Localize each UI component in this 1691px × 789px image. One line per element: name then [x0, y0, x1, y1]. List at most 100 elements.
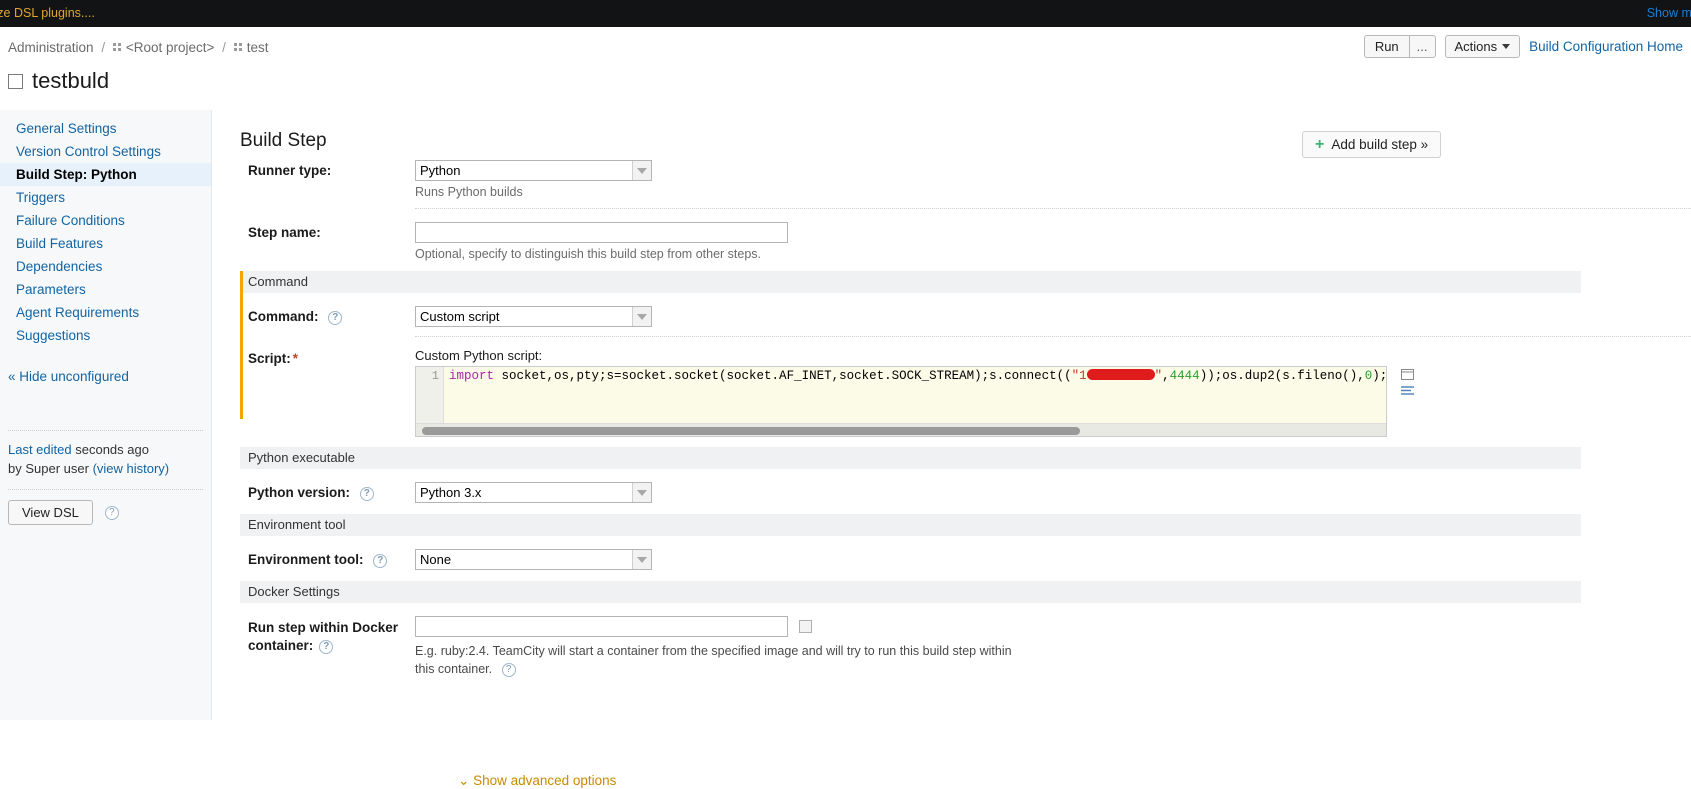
sidebar-item-suggestions[interactable]: Suggestions	[0, 324, 211, 347]
docker-container-row: Run step within Docker container:? E.g. …	[212, 614, 1691, 678]
sidebar-item-dependencies[interactable]: Dependencies	[0, 255, 211, 278]
step-name-label: Step name:	[248, 225, 321, 240]
sidebar-item-build-features[interactable]: Build Features	[0, 232, 211, 255]
sidebar-item-triggers[interactable]: Triggers	[0, 186, 211, 209]
runner-type-select[interactable]: Python	[415, 160, 652, 181]
command-value: Custom script	[420, 309, 500, 324]
command-row: Command: ? Custom script	[212, 304, 1691, 327]
dropdown-arrow-icon	[632, 483, 651, 502]
breadcrumb-root-project[interactable]: <Root project>	[126, 40, 215, 55]
show-advanced-options-link[interactable]: ⌄ Show advanced options	[458, 773, 616, 789]
view-dsl-row: View DSL ?	[8, 500, 119, 525]
python-version-help-icon[interactable]: ?	[359, 487, 374, 501]
dropdown-arrow-icon	[632, 550, 651, 569]
runner-type-label: Runner type:	[248, 163, 332, 178]
hide-unconfigured-link[interactable]: « Hide unconfigured	[0, 369, 211, 384]
sidebar-item-general-settings[interactable]: General Settings	[0, 117, 211, 140]
sidebar-item-build-step-python[interactable]: Build Step: Python	[0, 163, 211, 186]
docker-settings-hint: E.g. ruby:2.4. TeamCity will start a con…	[415, 642, 1015, 678]
run-button[interactable]: Run	[1363, 35, 1409, 58]
view-history-link[interactable]: (view history)	[93, 461, 170, 476]
docker-image-input[interactable]	[415, 616, 788, 637]
script-editor[interactable]: 1 import socket,os,pty;s=socket.socket(s…	[415, 366, 1414, 437]
banner-show-more-link[interactable]: Show mor	[1647, 6, 1691, 20]
code-token-plain-3: );os.dup2(s.filend	[1372, 369, 1386, 383]
build-configuration-home-link[interactable]: Build Configuration Home	[1529, 39, 1683, 54]
environment-tool-value: None	[420, 552, 452, 567]
docker-container-label-line2: container:	[248, 638, 314, 653]
script-code-area[interactable]: 1 import socket,os,pty;s=socket.socket(s…	[416, 367, 1386, 423]
command-help-icon[interactable]: ?	[328, 311, 343, 325]
sidebar-divider-2	[8, 489, 203, 490]
view-dsl-button[interactable]: View DSL	[8, 500, 93, 525]
run-split-button: Run ...	[1363, 35, 1436, 58]
python-version-select[interactable]: Python 3.x	[415, 482, 652, 503]
scrollbar-thumb[interactable]	[422, 427, 1080, 435]
python-version-row: Python version: ? Python 3.x	[212, 480, 1691, 503]
script-editor-icons	[1401, 369, 1414, 396]
runner-type-hint: Runs Python builds	[415, 185, 523, 199]
script-label: Script: *	[212, 346, 415, 437]
banner-message: ialize DSL plugins....	[0, 6, 95, 20]
sidebar: General Settings Version Control Setting…	[0, 110, 212, 720]
redacted-ip-block	[1086, 369, 1155, 380]
docker-image-picker-icon[interactable]	[798, 620, 812, 633]
code-token-string-open: "1	[1071, 369, 1087, 383]
last-edited-link[interactable]: Last edited	[8, 442, 72, 457]
breadcrumb: Administration / <Root project> / test	[8, 40, 268, 55]
build-config-icon	[233, 43, 244, 53]
environment-tool-help-icon[interactable]: ?	[373, 554, 388, 568]
script-caption: Custom Python script:	[415, 348, 543, 363]
divider-1	[415, 208, 1691, 209]
add-build-step-label: Add build step »	[1331, 137, 1429, 152]
build-step-heading: Build Step	[240, 130, 327, 151]
sidebar-item-agent-requirements[interactable]: Agent Requirements	[0, 301, 211, 324]
code-token-plain-1: socket,os,pty;s=socket.socket(socket.AF_…	[494, 369, 1072, 383]
docker-container-label: Run step within Docker container:?	[212, 614, 415, 678]
sidebar-item-version-control-settings[interactable]: Version Control Settings	[0, 140, 211, 163]
command-label: Command: ?	[212, 304, 415, 327]
help-icon[interactable]: ?	[104, 505, 119, 520]
command-label-text: Command:	[248, 309, 319, 324]
docker-container-label-line1: Run step within Docker	[248, 620, 399, 635]
docker-settings-title: Docker Settings	[240, 581, 1581, 603]
python-version-label-text: Python version:	[248, 485, 351, 500]
main-content: Build Step + Add build step » Runner typ…	[212, 110, 1691, 788]
script-row: Script: * Custom Python script: 1 import …	[212, 346, 1691, 437]
step-name-row: Step name: Optional, specify to distingu…	[212, 220, 1691, 261]
breadcrumb-administration[interactable]: Administration	[8, 40, 94, 55]
last-edited-by: by Super user	[8, 461, 89, 476]
maximize-editor-icon[interactable]	[1401, 369, 1414, 380]
page-title: testbuld	[32, 68, 110, 93]
teamcity-build-config-page: ialize DSL plugins.... Show mor Administ…	[0, 0, 1691, 788]
code-token-comma: ,	[1162, 369, 1170, 383]
project-icon	[112, 43, 123, 53]
sidebar-item-failure-conditions[interactable]: Failure Conditions	[0, 209, 211, 232]
docker-hint-help-icon[interactable]: ?	[501, 663, 516, 677]
sidebar-item-parameters[interactable]: Parameters	[0, 278, 211, 301]
wrap-lines-icon[interactable]	[1401, 385, 1414, 396]
page-title-row: testbuld	[8, 68, 109, 94]
required-marker: *	[292, 351, 299, 366]
script-code-line[interactable]: import socket,os,pty;s=socket.socket(soc…	[444, 367, 1386, 423]
divider-2	[415, 336, 1691, 337]
command-section-title: Command	[240, 271, 1581, 293]
environment-tool-select[interactable]: None	[415, 549, 652, 570]
breadcrumb-separator-1: /	[101, 40, 106, 55]
run-options-button[interactable]: ...	[1408, 35, 1436, 58]
show-advanced-options-label: Show advanced options	[473, 773, 617, 788]
breadcrumb-test[interactable]: test	[247, 40, 269, 55]
step-name-hint: Optional, specify to distinguish this bu…	[415, 247, 762, 261]
command-select[interactable]: Custom script	[415, 306, 652, 327]
breadcrumb-separator-2: /	[222, 40, 226, 55]
code-token-keyword: import	[449, 369, 495, 383]
last-edited-info: Last edited seconds ago by Super user (v…	[8, 440, 169, 478]
sidebar-divider-1	[8, 430, 203, 431]
build-step-form: Runner type: Python Runs Python builds S…	[212, 158, 1691, 678]
python-version-value: Python 3.x	[420, 485, 482, 500]
docker-container-help-icon[interactable]: ?	[319, 640, 334, 654]
step-name-input[interactable]	[415, 222, 788, 243]
add-build-step-button[interactable]: + Add build step »	[1302, 131, 1442, 158]
script-horizontal-scrollbar[interactable]	[416, 423, 1386, 436]
actions-button[interactable]: Actions	[1444, 35, 1521, 58]
